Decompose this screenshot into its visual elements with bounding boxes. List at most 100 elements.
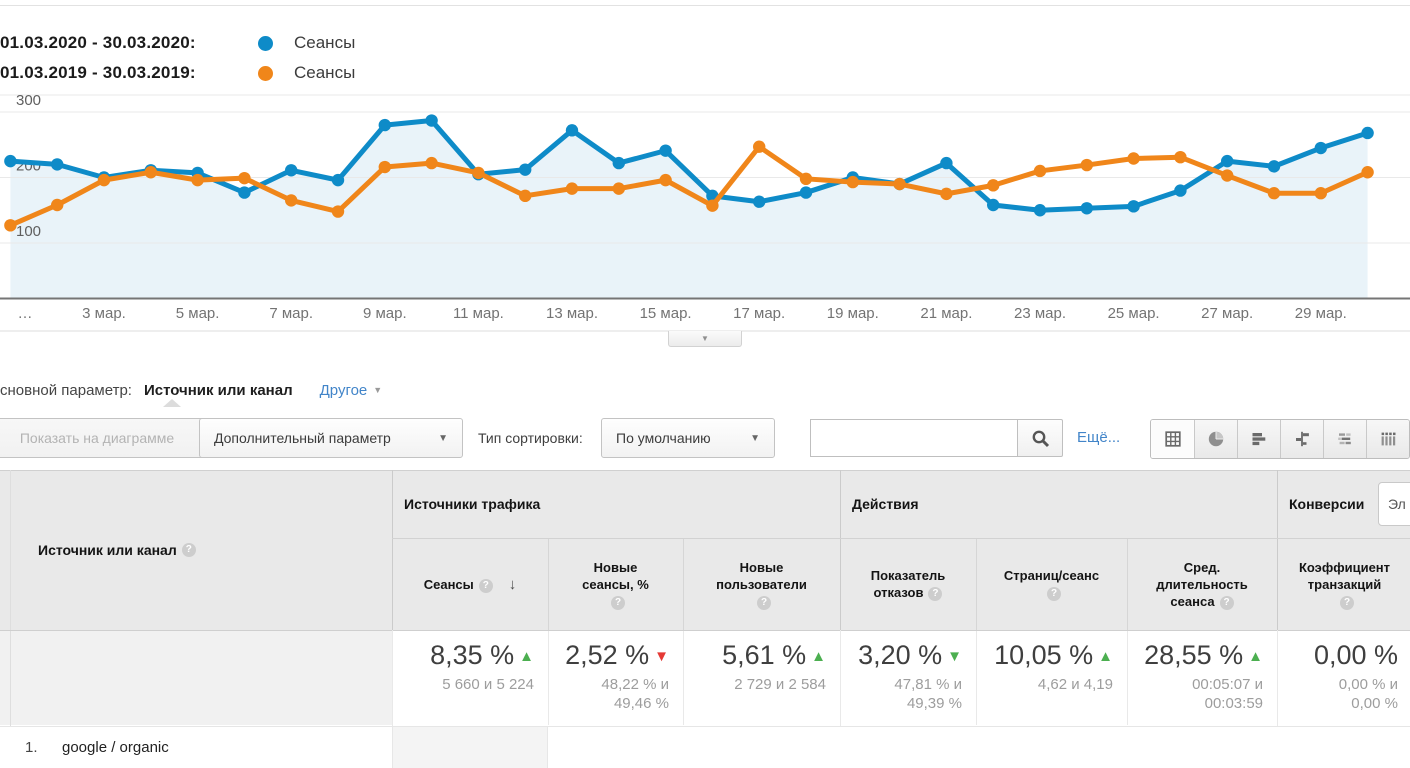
column-header-3[interactable]: Новыепользователи? <box>683 538 840 630</box>
more-link[interactable]: Ещё... <box>1077 418 1120 458</box>
chart-point[interactable] <box>379 119 391 131</box>
help-icon[interactable]: ? <box>611 596 625 610</box>
chart-point[interactable] <box>1034 165 1046 177</box>
secondary-dimension-dropdown[interactable]: Дополнительный параметр ▼ <box>199 418 463 458</box>
primary-dimension-selected[interactable]: Источник или канал <box>144 382 293 399</box>
chart-point[interactable] <box>940 188 952 200</box>
column-header-line: Страниц/сеанс <box>1004 567 1099 584</box>
chart-point[interactable] <box>613 157 625 169</box>
chart-point[interactable] <box>659 174 671 186</box>
column-header-7[interactable]: Коэффициенттранзакций? <box>1277 538 1410 630</box>
summary-value: 0,00 % <box>1314 640 1398 671</box>
sessions-comparison-chart[interactable]: 100200300…3 мар.5 мар.7 мар.9 мар.11 мар… <box>0 0 1410 345</box>
sort-descending-icon[interactable]: ↓ <box>509 576 517 593</box>
help-icon[interactable]: ? <box>1340 596 1354 610</box>
search-button[interactable] <box>1017 419 1063 457</box>
table-row[interactable]: 1.google / organic <box>0 726 1410 768</box>
chart-point[interactable] <box>51 199 63 211</box>
chart-point[interactable] <box>98 174 110 186</box>
help-icon[interactable]: ? <box>479 579 493 593</box>
column-header-6[interactable]: Сред.длительностьсеанса? <box>1127 538 1277 630</box>
other-dimension-link[interactable]: Другое <box>320 382 368 399</box>
help-icon[interactable]: ? <box>1220 596 1234 610</box>
chart-point[interactable] <box>379 161 391 173</box>
chart-point[interactable] <box>1034 204 1046 216</box>
chart-point[interactable] <box>1361 127 1373 139</box>
chart-point[interactable] <box>1221 155 1233 167</box>
chart-point[interactable] <box>847 176 859 188</box>
chart-point[interactable] <box>425 157 437 169</box>
chart-point[interactable] <box>940 157 952 169</box>
chart-point[interactable] <box>1174 151 1186 163</box>
chart-point[interactable] <box>285 194 297 206</box>
chart-point[interactable] <box>1315 187 1327 199</box>
chart-point[interactable] <box>238 172 250 184</box>
chart-point[interactable] <box>566 182 578 194</box>
chart-point[interactable] <box>1268 160 1280 172</box>
chart-point[interactable] <box>706 199 718 211</box>
performance-view-button[interactable] <box>1237 420 1280 458</box>
summary-value: 3,20 %▼ <box>858 640 962 671</box>
percentage-view-button[interactable] <box>1194 420 1237 458</box>
column-header-text: Коэффициент <box>1299 560 1390 575</box>
summary-compare-values: 4,62 и 4,19 <box>1038 675 1113 694</box>
conversions-type-dropdown[interactable]: Эл <box>1378 482 1410 526</box>
help-icon[interactable]: ? <box>1047 587 1061 601</box>
chart-point[interactable] <box>1127 152 1139 164</box>
chart-point[interactable] <box>613 182 625 194</box>
chart-point[interactable] <box>191 174 203 186</box>
column-header-text: Показатель <box>871 568 946 583</box>
column-header-2[interactable]: Новыесеансы, %? <box>548 538 683 630</box>
chart-point[interactable] <box>4 155 16 167</box>
chart-point[interactable] <box>893 178 905 190</box>
column-header-line: транзакций <box>1308 576 1381 593</box>
chart-point[interactable] <box>753 141 765 153</box>
chart-point[interactable] <box>1268 187 1280 199</box>
chart-point[interactable] <box>238 186 250 198</box>
chart-point[interactable] <box>332 205 344 217</box>
chart-point[interactable] <box>987 199 999 211</box>
chart-collapse-button[interactable]: ▼ <box>668 331 742 347</box>
column-header-4[interactable]: Показательотказов? <box>840 538 976 630</box>
table-view-button[interactable] <box>1151 420 1194 458</box>
chart-point[interactable] <box>519 190 531 202</box>
chart-point[interactable] <box>4 219 16 231</box>
pivot-view-button[interactable] <box>1366 420 1409 458</box>
chart-point[interactable] <box>519 163 531 175</box>
chart-point[interactable] <box>1081 202 1093 214</box>
row-dimension-value[interactable]: google / organic <box>62 739 169 756</box>
chart-point[interactable] <box>1081 159 1093 171</box>
chart-point[interactable] <box>145 166 157 178</box>
chart-point[interactable] <box>425 114 437 126</box>
chart-point[interactable] <box>1221 169 1233 181</box>
x-axis-tick-label: 9 мар. <box>363 305 407 322</box>
dimension-column-header[interactable]: Источник или канал? <box>0 470 392 630</box>
view-switcher <box>1150 419 1410 459</box>
table-search-input[interactable] <box>810 419 1018 457</box>
column-header-5[interactable]: Страниц/сеанс? <box>976 538 1127 630</box>
help-icon[interactable]: ? <box>182 543 196 557</box>
sort-type-dropdown[interactable]: По умолчанию ▼ <box>601 418 775 458</box>
chart-point[interactable] <box>1361 166 1373 178</box>
conversions-type-label: Эл <box>1388 496 1406 512</box>
chart-point[interactable] <box>332 174 344 186</box>
help-icon[interactable]: ? <box>757 596 771 610</box>
column-header-1[interactable]: Сеансы?↓ <box>392 538 548 630</box>
chart-point[interactable] <box>987 179 999 191</box>
chart-point[interactable] <box>1174 184 1186 196</box>
summary-value: 10,05 %▲ <box>994 640 1113 671</box>
chart-point[interactable] <box>1315 142 1327 154</box>
chart-point[interactable] <box>800 173 812 185</box>
chart-point[interactable] <box>566 124 578 136</box>
chart-point[interactable] <box>472 167 484 179</box>
chart-point[interactable] <box>800 186 812 198</box>
chart-point[interactable] <box>1127 200 1139 212</box>
comparison-view-button[interactable] <box>1280 420 1323 458</box>
chart-point[interactable] <box>285 164 297 176</box>
term-cloud-view-button[interactable] <box>1323 420 1366 458</box>
x-axis-tick-label: 7 мар. <box>269 305 313 322</box>
chart-point[interactable] <box>659 144 671 156</box>
help-icon[interactable]: ? <box>928 587 942 601</box>
chart-point[interactable] <box>753 196 765 208</box>
chart-point[interactable] <box>51 158 63 170</box>
